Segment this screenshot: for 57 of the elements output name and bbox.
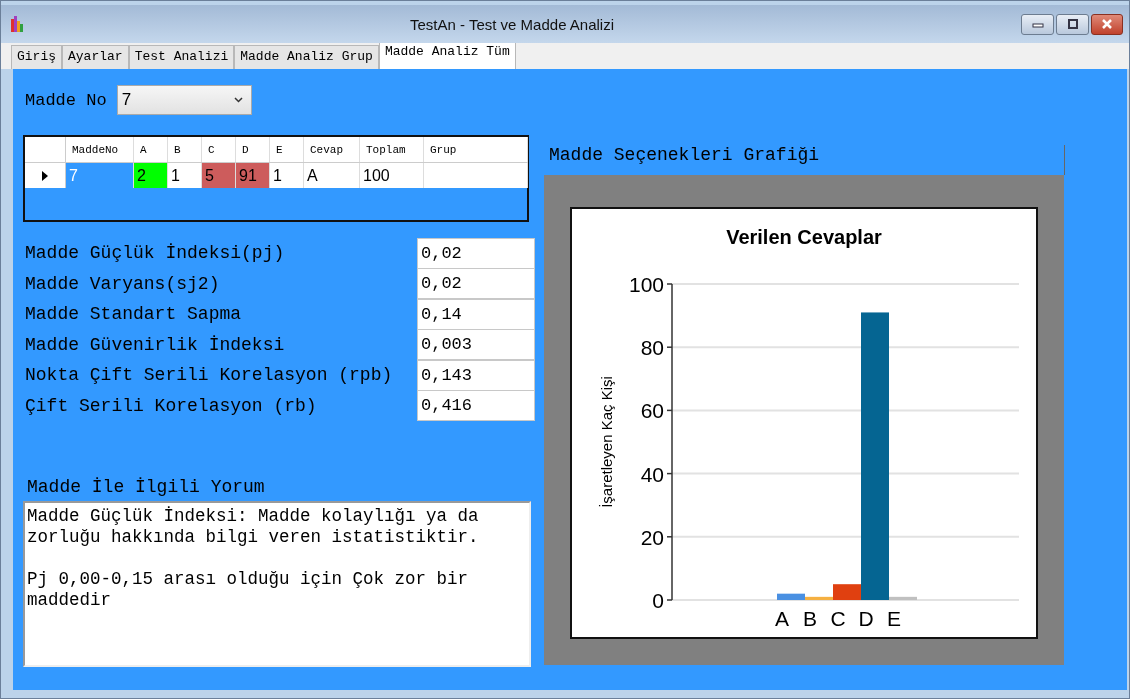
close-button[interactable] — [1091, 13, 1123, 35]
minimize-icon — [1031, 20, 1044, 28]
stat-value-field[interactable]: 0,003 — [417, 329, 535, 361]
stat-value-field[interactable]: 0,02 — [417, 237, 535, 269]
stat-value-field[interactable]: 0,14 — [417, 298, 535, 330]
section-label: Madde İle İlgili Yorum — [27, 477, 266, 497]
chevron-icon — [233, 97, 243, 103]
y-tick-label: 40 — [640, 462, 664, 486]
tab[interactable]: Madde Analiz Tüm — [378, 41, 516, 69]
stat-label: Madde Varyans(sj2) — [25, 273, 220, 294]
column-header[interactable]: A — [134, 137, 168, 162]
tab[interactable]: Ayarlar — [62, 45, 129, 69]
column-header[interactable]: B — [168, 137, 202, 162]
x-tick-label: E — [887, 607, 901, 630]
stat-value-field[interactable]: 0,02 — [417, 268, 535, 300]
y-tick-label: 0 — [652, 589, 664, 612]
table-cell: 7 — [66, 163, 134, 188]
maximize-button[interactable] — [1056, 13, 1089, 35]
stat-label: Madde Standart Sapma — [25, 304, 242, 325]
maximize-icon — [1066, 19, 1079, 29]
column-header[interactable]: E — [270, 137, 304, 162]
comment-text-area[interactable]: Madde Güçlük İndeksi: Madde kolaylığı ya da zorluğu hakkında bilgi veren istatistiktir. Pj 0,00-0,15 arası olduğu için Çok zor bir maddedir — [23, 501, 531, 667]
column-header[interactable]: Grup — [424, 137, 528, 162]
column-header[interactable]: Cevap — [304, 137, 360, 162]
x-tick-label: A — [775, 607, 789, 630]
y-tick-label: 60 — [640, 399, 664, 423]
item-dropdown[interactable]: 7 — [116, 85, 252, 115]
tab[interactable]: Giriş — [11, 45, 62, 69]
stat-label: Madde Güçlük İndeksi(pj) — [25, 243, 285, 264]
stat-value-field[interactable]: 0,143 — [417, 359, 535, 391]
window-title: TestAn - Test ve Madde Analizi — [410, 15, 614, 33]
column-header[interactable]: Toplam — [360, 137, 424, 162]
field-label: Madde No — [25, 90, 107, 110]
close-icon — [1101, 19, 1113, 29]
x-tick-label: B — [803, 607, 817, 630]
table-cell: 2 — [134, 163, 168, 188]
stat-label: Çift Serili Korelasyon (rb) — [25, 395, 317, 416]
column-header[interactable]: C — [202, 137, 236, 162]
tab[interactable]: Test Analizi — [128, 45, 235, 69]
bar-chart-icon — [11, 16, 25, 32]
table-cell: 5 — [202, 163, 236, 188]
table-cell: 91 — [236, 163, 270, 188]
y-tick-label: 20 — [640, 525, 664, 549]
column-header[interactable]: D — [236, 137, 270, 162]
stat-label: Madde Güvenirlik İndeksi — [25, 334, 285, 355]
stat-label: Nokta Çift Serili Korelasyon (rpb) — [25, 365, 393, 386]
table-cell: A — [304, 163, 360, 188]
chart-title: Verilen Cevaplar — [726, 226, 882, 248]
x-tick-label: D — [858, 607, 874, 630]
x-tick-label: C — [830, 607, 846, 630]
y-axis-label: İşaretleyen Kaç Kişi — [598, 376, 615, 508]
minimize-button[interactable] — [1021, 13, 1054, 35]
column-header[interactable]: MaddeNo — [66, 137, 134, 162]
tab[interactable]: Madde Analiz Grup — [234, 45, 379, 69]
y-tick-label: 80 — [640, 336, 664, 360]
y-tick-label: 100 — [628, 273, 664, 296]
stat-value-field[interactable]: 0,416 — [417, 390, 535, 422]
